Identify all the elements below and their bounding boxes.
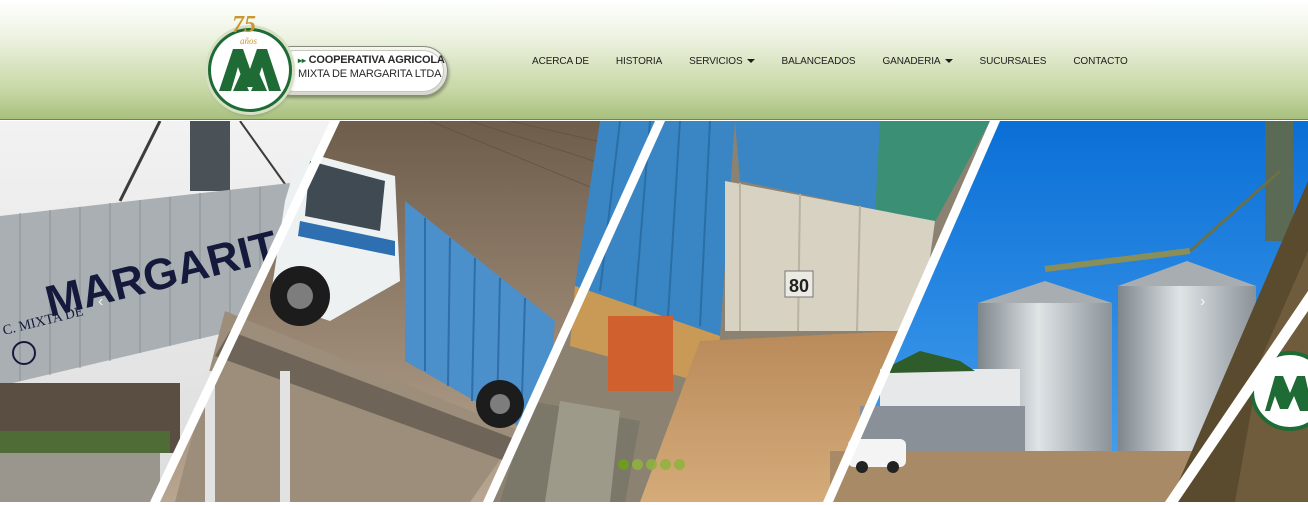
- nav-balanceados[interactable]: BALANCEADOS: [782, 53, 856, 69]
- nav-sucursales[interactable]: SUCURSALES: [980, 53, 1047, 69]
- slider-dot-2[interactable]: [632, 459, 643, 470]
- nav-ganaderia[interactable]: GANADERIA: [882, 53, 953, 69]
- slider-dot-5[interactable]: [674, 459, 685, 470]
- nav-label: SUCURSALES: [979, 55, 1047, 67]
- nav-acerca-de[interactable]: ACERCA DE: [532, 53, 589, 69]
- nav-label: GANADERIA: [882, 55, 941, 67]
- site-logo[interactable]: 75 años ▸▸ COOPERATIVA AGRICOLA MIXTA DE …: [204, 12, 448, 114]
- slider-dot-1[interactable]: [618, 459, 629, 470]
- site-header: 75 años ▸▸ COOPERATIVA AGRICOLA MIXTA DE …: [0, 0, 1308, 120]
- slider-image: MARGARITA C. MIXTA DE 80: [0, 121, 1308, 502]
- chevron-right-icon[interactable]: ›: [1200, 293, 1205, 311]
- logo-title-line1-text: COOPERATIVA AGRICOLA: [308, 54, 445, 66]
- nav-label: BALANCEADOS: [781, 55, 856, 67]
- logo-title-line2: MIXTA DE MARGARITA LTDA: [298, 68, 442, 80]
- anniversary-number: 75: [232, 12, 256, 38]
- logo-title-line1: ▸▸ COOPERATIVA AGRICOLA: [298, 54, 445, 66]
- nav-contacto[interactable]: CONTACTO: [1073, 53, 1127, 69]
- hero-slider[interactable]: MARGARITA C. MIXTA DE 80 ‹ ›: [0, 121, 1308, 502]
- double-arrow-icon: ▸▸: [298, 56, 306, 65]
- caret-down-icon: [746, 59, 755, 63]
- nav-label: HISTORIA: [615, 55, 663, 67]
- nav-label: ACERCA DE: [532, 55, 589, 67]
- svg-text:80: 80: [789, 276, 809, 296]
- slider-dots: [618, 459, 685, 470]
- nav-label: CONTACTO: [1073, 55, 1128, 67]
- slider-dot-3[interactable]: [646, 459, 657, 470]
- caret-down-icon: [944, 59, 953, 63]
- main-nav: ACERCA DE HISTORIA SERVICIOS BALANCEADOS…: [532, 53, 1155, 69]
- chevron-left-icon[interactable]: ‹: [98, 293, 103, 311]
- nav-label: SERVICIOS: [689, 55, 743, 67]
- nav-historia[interactable]: HISTORIA: [616, 53, 662, 69]
- nav-servicios[interactable]: SERVICIOS: [689, 53, 755, 69]
- slider-dot-4[interactable]: [660, 459, 671, 470]
- anniversary-label: años: [240, 36, 258, 46]
